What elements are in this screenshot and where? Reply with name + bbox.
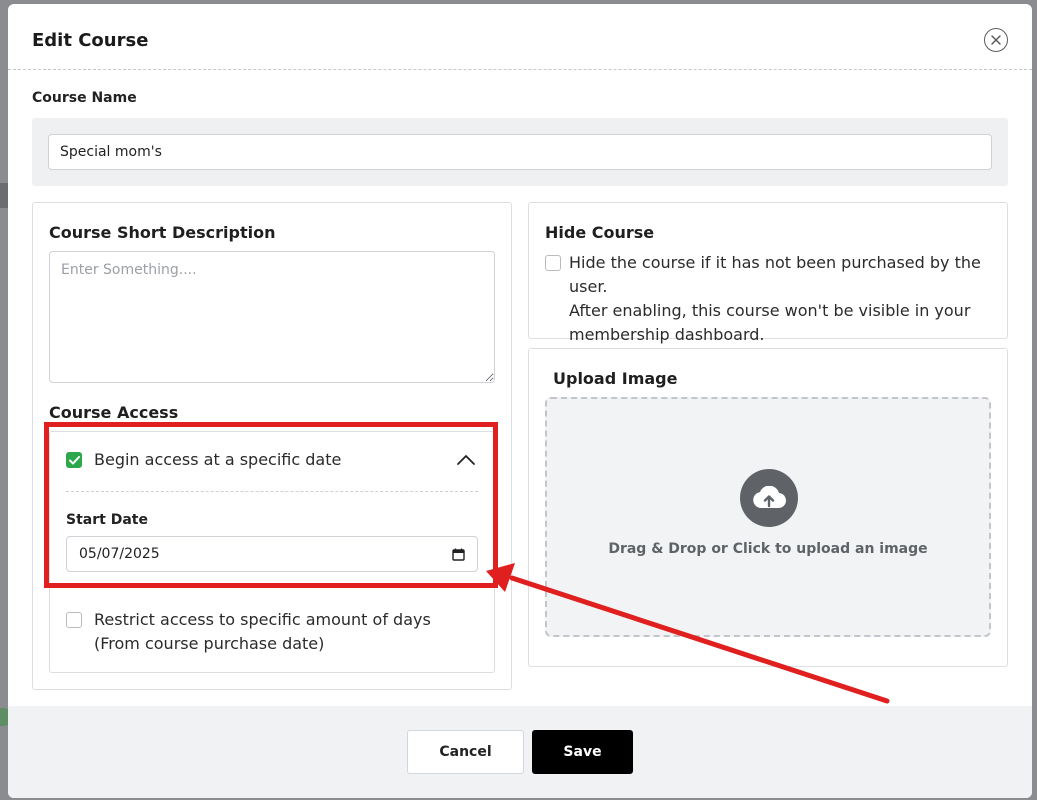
hide-course-line-1: Hide the course if it has not been purch…: [569, 253, 981, 296]
upload-instruction: Drag & Drop or Click to upload an image: [608, 541, 928, 557]
course-name-label: Course Name: [32, 90, 137, 106]
course-name-panel: [32, 118, 1008, 186]
hide-course-description: Hide the course if it has not been purch…: [569, 251, 999, 347]
edit-course-dialog: Edit Course Course Name Course Short Des…: [8, 4, 1032, 798]
hide-course-line-3: membership dashboard.: [569, 325, 765, 344]
hide-course-title: Hide Course: [545, 223, 655, 242]
hide-course-line-2: After enabling, this course won't be vis…: [569, 301, 971, 320]
restrict-access-checkbox[interactable]: [66, 612, 82, 628]
start-date-value: 05/07/2025: [79, 546, 160, 562]
upload-image-card: Upload Image Drag & Drop or Click to upl…: [528, 348, 1008, 667]
description-access-card: Course Short Description Course Access B…: [32, 202, 512, 690]
short-description-title: Course Short Description: [49, 223, 276, 242]
calendar-icon[interactable]: [452, 548, 465, 561]
upload-image-title: Upload Image: [553, 369, 678, 388]
course-access-title: Course Access: [49, 403, 179, 422]
restrict-access-line-2: (From course purchase date): [94, 634, 325, 653]
chevron-up-icon: [457, 455, 475, 465]
checkmark-icon: [68, 455, 80, 464]
restrict-access-label: Restrict access to specific amount of da…: [94, 608, 431, 656]
start-date-input[interactable]: 05/07/2025: [66, 536, 478, 572]
course-name-input[interactable]: [48, 134, 992, 170]
image-dropzone[interactable]: Drag & Drop or Click to upload an image: [545, 397, 991, 637]
cloud-upload-icon: [753, 486, 786, 509]
short-description-textarea[interactable]: [49, 251, 495, 383]
hide-course-checkbox[interactable]: [545, 255, 561, 271]
upload-icon-badge: [740, 469, 798, 527]
begin-access-label: Begin access at a specific date: [94, 450, 342, 469]
dialog-header: Edit Course: [8, 4, 1032, 70]
start-date-label: Start Date: [66, 512, 148, 528]
dialog-title: Edit Course: [32, 30, 149, 51]
hide-course-card: Hide Course Hide the course if it has no…: [528, 202, 1008, 344]
dialog-footer: Cancel Save: [8, 706, 1032, 798]
close-icon: [991, 35, 1001, 45]
restrict-access-line-1: Restrict access to specific amount of da…: [94, 610, 431, 629]
save-button[interactable]: Save: [532, 730, 633, 774]
begin-access-checkbox[interactable]: [66, 452, 82, 468]
close-button[interactable]: [984, 28, 1008, 52]
collapse-toggle[interactable]: [454, 448, 478, 472]
section-divider: [66, 491, 478, 492]
cancel-button[interactable]: Cancel: [407, 730, 524, 774]
course-access-box: Begin access at a specific date Start Da…: [49, 431, 495, 673]
